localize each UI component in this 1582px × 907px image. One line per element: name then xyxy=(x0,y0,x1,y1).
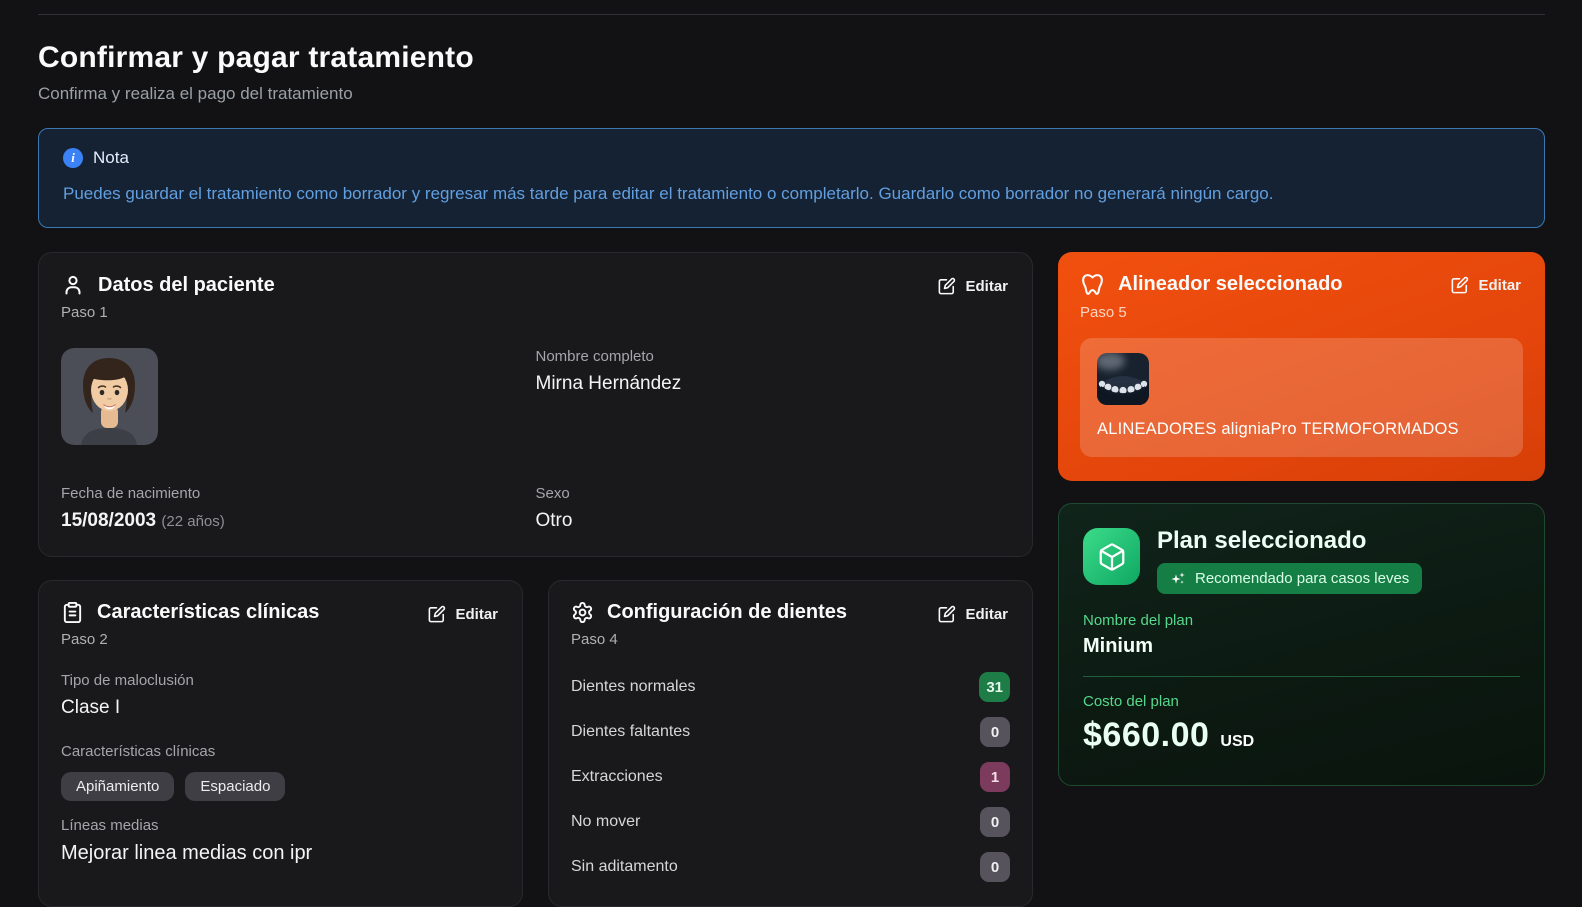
teeth-edit-button[interactable]: Editar xyxy=(935,601,1010,628)
teeth-row-label: Dientes faltantes xyxy=(571,723,690,741)
note-title: Nota xyxy=(93,148,129,168)
aligner-card: Alineador seleccionado Paso 5 Editar xyxy=(1058,252,1545,481)
top-divider xyxy=(38,14,1545,15)
tooth-icon xyxy=(1080,272,1105,297)
user-icon xyxy=(61,273,85,297)
aligner-step: Paso 5 xyxy=(1080,304,1343,321)
plan-name-label: Nombre del plan xyxy=(1083,612,1520,629)
page: Confirmar y pagar tratamiento Confirma y… xyxy=(0,14,1582,907)
edit-icon xyxy=(1450,276,1469,295)
plan-divider xyxy=(1083,676,1520,677)
malocclusion-label: Tipo de maloclusión xyxy=(61,672,500,689)
clinical-chip: Apiñamiento xyxy=(61,772,174,801)
teeth-edit-label: Editar xyxy=(965,606,1008,623)
aligner-thumbnail xyxy=(1097,353,1149,405)
teeth-row-label: Dientes normales xyxy=(571,678,696,696)
teeth-row-label: Extracciones xyxy=(571,768,663,786)
patient-step: Paso 1 xyxy=(61,304,275,321)
patient-sex-value: Otro xyxy=(536,510,1011,532)
patient-birth-value: 15/08/2003 (22 años) xyxy=(61,510,536,532)
clinical-card-title: Características clínicas xyxy=(97,601,319,624)
teeth-row: Dientes faltantes 0 xyxy=(571,717,1010,747)
info-icon: i xyxy=(63,148,83,168)
clinical-edit-button[interactable]: Editar xyxy=(425,601,500,628)
plan-price: $660.00 xyxy=(1083,716,1209,755)
teeth-step: Paso 4 xyxy=(571,631,847,648)
page-title: Confirmar y pagar tratamiento xyxy=(38,41,1545,75)
edit-icon xyxy=(937,277,956,296)
plan-card-title: Plan seleccionado xyxy=(1157,528,1422,554)
left-column: Datos del paciente Paso 1 Editar xyxy=(38,252,1033,907)
patient-avatar xyxy=(61,348,158,445)
clinical-features-label: Características clínicas xyxy=(61,743,500,760)
main-grid: Datos del paciente Paso 1 Editar xyxy=(38,252,1545,907)
patient-name-value: Mirna Hernández xyxy=(536,373,1011,395)
teeth-row-label: No mover xyxy=(571,813,640,831)
edit-icon xyxy=(427,605,446,624)
malocclusion-value: Clase I xyxy=(61,697,500,719)
plan-cost-label: Costo del plan xyxy=(1083,693,1520,710)
patient-edit-label: Editar xyxy=(965,278,1008,295)
aligner-edit-label: Editar xyxy=(1478,277,1521,294)
teeth-row-label: Sin aditamento xyxy=(571,858,678,876)
edit-icon xyxy=(937,605,956,624)
teeth-row: Extracciones 1 xyxy=(571,762,1010,792)
midlines-label: Líneas medias xyxy=(61,817,500,834)
patient-card-title: Datos del paciente xyxy=(98,274,275,297)
patient-sex-label: Sexo xyxy=(536,485,1011,502)
count-badge: 31 xyxy=(979,672,1010,702)
clinical-edit-label: Editar xyxy=(455,606,498,623)
patient-birth-label: Fecha de nacimiento xyxy=(61,485,536,502)
patient-name-label: Nombre completo xyxy=(536,348,1011,365)
count-badge: 0 xyxy=(980,807,1010,837)
midlines-value: Mejorar linea medias con ipr xyxy=(61,842,500,865)
clinical-step: Paso 2 xyxy=(61,631,319,648)
left-sub-grid: Características clínicas Paso 2 xyxy=(38,580,1033,907)
plan-name-value: Minium xyxy=(1083,635,1520,658)
clinical-chip: Espaciado xyxy=(185,772,285,801)
teeth-card: Configuración de dientes Paso 4 xyxy=(548,580,1033,907)
aligner-card-title: Alineador seleccionado xyxy=(1118,273,1343,296)
gear-icon xyxy=(571,601,594,624)
clinical-card: Características clínicas Paso 2 xyxy=(38,580,523,907)
box-icon xyxy=(1083,528,1140,585)
aligner-panel: ALINEADORES aligniaPro TERMOFORMADOS xyxy=(1080,338,1523,457)
note-banner: i Nota Puedes guardar el tratamiento com… xyxy=(38,128,1545,228)
patient-age: (22 años) xyxy=(161,513,224,530)
plan-badge-label: Recomendado para casos leves xyxy=(1195,570,1409,587)
aligner-edit-button[interactable]: Editar xyxy=(1448,272,1523,299)
plan-currency: USD xyxy=(1220,733,1254,751)
aligner-product-name: ALINEADORES aligniaPro TERMOFORMADOS xyxy=(1097,420,1506,439)
sparkles-icon xyxy=(1170,571,1186,587)
teeth-row: Dientes normales 31 xyxy=(571,672,1010,702)
patient-edit-button[interactable]: Editar xyxy=(935,273,1010,300)
clipboard-icon xyxy=(61,601,84,624)
patient-card: Datos del paciente Paso 1 Editar xyxy=(38,252,1033,557)
right-column: Alineador seleccionado Paso 5 Editar xyxy=(1058,252,1545,786)
count-badge: 0 xyxy=(980,717,1010,747)
teeth-card-title: Configuración de dientes xyxy=(607,601,847,624)
note-body: Puedes guardar el tratamiento como borra… xyxy=(63,183,1520,205)
count-badge: 1 xyxy=(980,762,1010,792)
plan-recommended-badge: Recomendado para casos leves xyxy=(1157,563,1422,594)
page-subtitle: Confirma y realiza el pago del tratamien… xyxy=(38,84,1545,104)
teeth-row: No mover 0 xyxy=(571,807,1010,837)
plan-card: Plan seleccionado Recomendado para casos… xyxy=(1058,503,1545,786)
teeth-row: Sin aditamento 0 xyxy=(571,852,1010,882)
count-badge: 0 xyxy=(980,852,1010,882)
